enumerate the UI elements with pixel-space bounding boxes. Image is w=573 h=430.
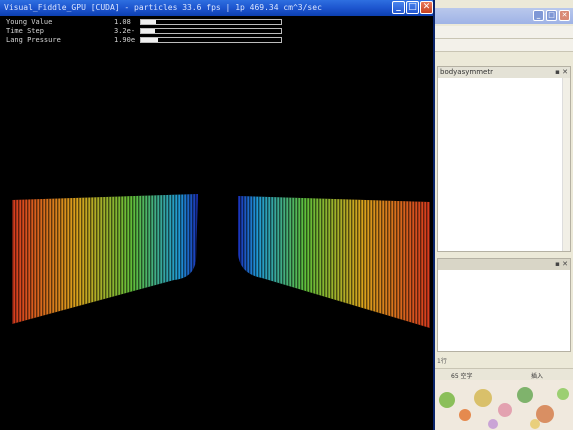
param-slider[interactable]	[140, 19, 282, 25]
simulation-window: Visual_Fiddle_GPU [CUDA] - particles 33.…	[0, 0, 435, 430]
maximize-button[interactable]: □	[406, 1, 419, 14]
render-canvas[interactable]: Young Value 1.08 Time Step 3.2e- Lang Pressu…	[0, 16, 435, 430]
background-editor-window[interactable]: _ □ ✕ bodyasymmetr ▪ ✕ ▪ ✕ 1行 65 空字 插入	[433, 0, 573, 430]
properties-panel-header: ▪ ✕	[438, 259, 570, 270]
side-close-button[interactable]: ✕	[559, 10, 570, 21]
param-slider-fill	[141, 38, 158, 42]
close-button[interactable]: ✕	[420, 1, 433, 14]
side-status-line: 1行	[435, 356, 573, 366]
side-menubar[interactable]	[435, 26, 573, 39]
side-maximize-button[interactable]: □	[546, 10, 557, 21]
status-chars: 65 空字	[451, 373, 473, 380]
solution-panel-header: bodyasymmetr ▪ ✕	[438, 67, 570, 78]
param-slider[interactable]	[140, 37, 282, 43]
minimize-button[interactable]: _	[392, 1, 405, 14]
panel-scrollbar[interactable]	[562, 78, 570, 251]
param-value: 3.2e-	[114, 27, 136, 35]
status-insert-mode: 插入	[531, 373, 544, 380]
titlebar[interactable]: Visual_Fiddle_GPU [CUDA] - particles 33.…	[0, 0, 435, 16]
properties-panel[interactable]: ▪ ✕	[437, 258, 571, 352]
side-minimize-button[interactable]: _	[533, 10, 544, 21]
solution-panel[interactable]: bodyasymmetr ▪ ✕	[437, 66, 571, 252]
param-slider-fill	[141, 29, 155, 33]
param-label: Young Value	[6, 18, 53, 26]
param-value: 1.90e	[114, 36, 136, 44]
panel-tab-label[interactable]: bodyasymmetr	[440, 68, 493, 76]
status-line-count: 1行	[437, 358, 447, 365]
param-slider-fill	[141, 20, 157, 24]
param-label: Time Step	[6, 27, 44, 35]
param-label: Lang Pressure	[6, 36, 61, 44]
param-slider[interactable]	[140, 28, 282, 34]
param-value: 1.08	[114, 18, 131, 26]
panel-pin-close-icon[interactable]: ▪ ✕	[555, 68, 568, 76]
particle-scene	[12, 194, 430, 328]
window-title: Visual_Fiddle_GPU [CUDA] - particles 33.…	[4, 3, 322, 12]
side-statusbar: 65 空字 插入	[435, 368, 573, 380]
side-titlebar[interactable]: _ □ ✕	[435, 8, 573, 24]
panel-b-pin-close-icon[interactable]: ▪ ✕	[555, 260, 568, 268]
desktop-wallpaper	[435, 380, 573, 430]
side-toolbar[interactable]	[435, 39, 573, 52]
